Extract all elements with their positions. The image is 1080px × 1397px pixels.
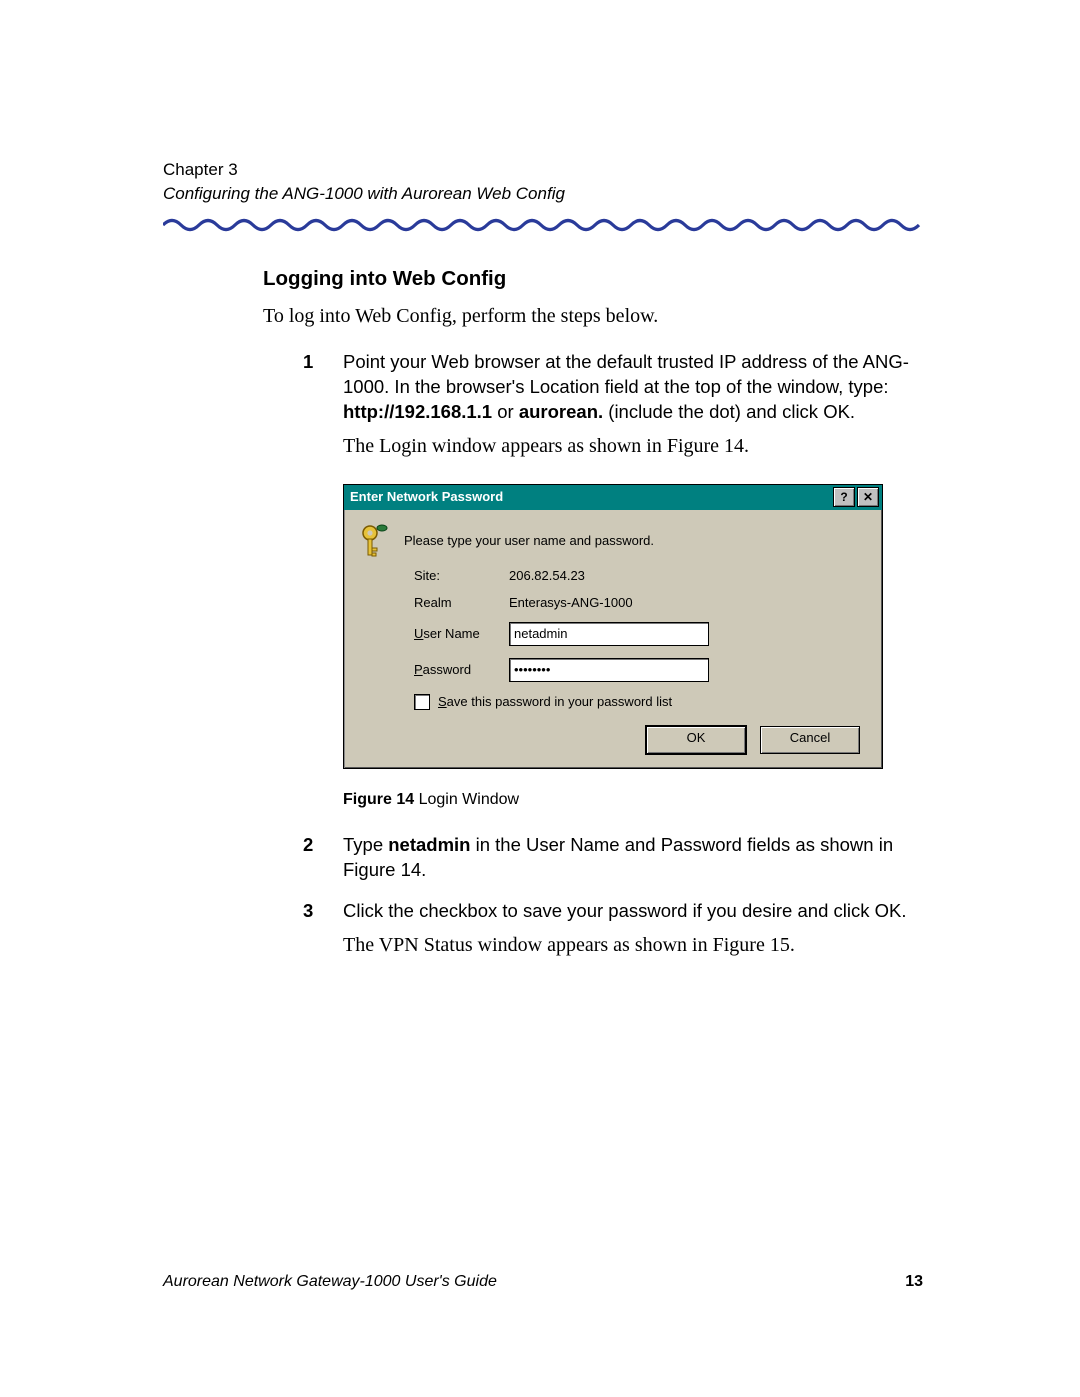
password-label: Password xyxy=(414,662,509,677)
realm-value: Enterasys-ANG-1000 xyxy=(509,595,633,610)
help-button[interactable]: ? xyxy=(833,487,855,507)
footer-page-number: 13 xyxy=(905,1273,923,1291)
key-icon xyxy=(360,524,404,558)
step-number: 3 xyxy=(303,899,313,924)
step-text: or xyxy=(497,401,519,422)
login-dialog: Enter Network Password ? ✕ xyxy=(343,484,883,769)
login-dialog-figure: Enter Network Password ? ✕ xyxy=(343,484,883,769)
step-number: 2 xyxy=(303,833,313,858)
step-text: Click the checkbox to save your password… xyxy=(343,900,906,921)
dialog-title: Enter Network Password xyxy=(350,489,831,504)
dialog-titlebar: Enter Network Password ? ✕ xyxy=(344,485,882,510)
close-button[interactable]: ✕ xyxy=(857,487,879,507)
step-3: 3 Click the checkbox to save your passwo… xyxy=(303,899,923,959)
site-label: Site: xyxy=(414,568,509,583)
footer-guide-title: Aurorean Network Gateway-1000 User's Gui… xyxy=(163,1273,497,1291)
chapter-label: Chapter 3 xyxy=(163,160,923,180)
divider-wave xyxy=(163,218,923,232)
figure-title: Login Window xyxy=(414,791,519,808)
section-heading: Logging into Web Config xyxy=(263,267,923,291)
username-field[interactable] xyxy=(509,622,709,646)
step-text: (include the dot) and click OK. xyxy=(603,401,855,422)
chapter-subtitle: Configuring the ANG-1000 with Aurorean W… xyxy=(163,184,923,204)
step-text: Type xyxy=(343,834,388,855)
step-bold: netadmin xyxy=(388,834,470,855)
step-text: Point your Web browser at the default tr… xyxy=(343,351,909,397)
step-number: 1 xyxy=(303,350,313,375)
step-bold: aurorean. xyxy=(519,401,603,422)
site-value: 206.82.54.23 xyxy=(509,568,585,583)
step-result: The VPN Status window appears as shown i… xyxy=(343,932,923,959)
intro-text: To log into Web Config, perform the step… xyxy=(263,305,923,328)
ok-button[interactable]: OK xyxy=(646,726,746,754)
username-label: User Name xyxy=(414,626,509,641)
step-2: 2 Type netadmin in the User Name and Pas… xyxy=(303,833,923,883)
figure-caption: Figure 14 Login Window xyxy=(343,791,923,809)
page-footer: Aurorean Network Gateway-1000 User's Gui… xyxy=(163,1273,923,1291)
dialog-prompt: Please type your user name and password. xyxy=(404,533,654,548)
password-field[interactable] xyxy=(509,658,709,682)
step-result: The Login window appears as shown in Fig… xyxy=(343,433,923,460)
step-1: 1 Point your Web browser at the default … xyxy=(303,350,923,460)
save-password-label: Save this password in your password list xyxy=(438,694,672,709)
cancel-button[interactable]: Cancel xyxy=(760,726,860,754)
realm-label: Realm xyxy=(414,595,509,610)
save-password-checkbox[interactable] xyxy=(414,694,430,710)
figure-number: Figure 14 xyxy=(343,791,414,808)
step-bold: http://192.168.1.1 xyxy=(343,401,497,422)
